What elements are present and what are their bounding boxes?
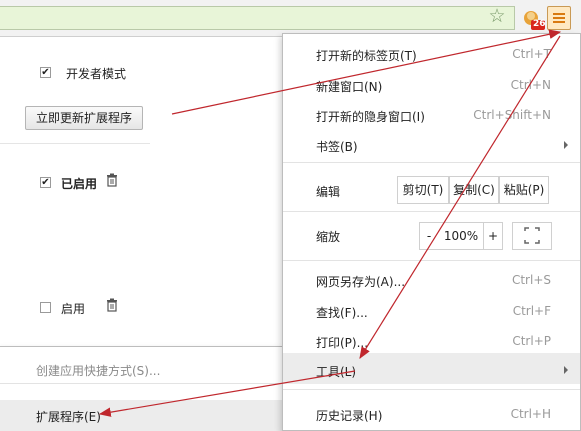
extension-enabled-checkbox[interactable]: ✔: [40, 177, 51, 188]
menu-separator: [283, 162, 580, 163]
submenu-arrow-icon: [564, 366, 568, 374]
shortcut-save-as: Ctrl+S: [511, 273, 551, 287]
update-extensions-button[interactable]: 立即更新扩展程序: [25, 106, 143, 130]
address-bar[interactable]: [0, 6, 515, 30]
chrome-menu-button[interactable]: [547, 6, 571, 30]
menu-separator: [283, 389, 580, 390]
submenu-arrow-icon: [564, 141, 568, 149]
menu-item-history[interactable]: 历史记录(H): [316, 407, 382, 424]
menu-separator: [283, 260, 580, 261]
zoom-out-button[interactable]: -: [419, 222, 439, 250]
menu-separator: [283, 211, 580, 212]
menu-item-incognito[interactable]: 打开新的隐身窗口(I): [316, 108, 425, 125]
zoom-in-button[interactable]: +: [483, 222, 503, 250]
menu-item-print[interactable]: 打印(P)...: [316, 334, 368, 351]
menu-item-new-window[interactable]: 新建窗口(N): [316, 78, 382, 95]
extension-icon[interactable]: 26: [521, 9, 546, 31]
chrome-main-menu: 打开新的标签页(T) Ctrl+T 新建窗口(N) Ctrl+N 打开新的隐身窗…: [282, 33, 581, 431]
shortcut-new-window: Ctrl+N: [510, 78, 551, 92]
menu-label-edit: 编辑: [316, 185, 341, 199]
menu-item-save-as[interactable]: 网页另存为(A)...: [316, 273, 405, 290]
copy-button[interactable]: 复制(C): [449, 176, 499, 204]
create-app-shortcut-item[interactable]: 创建应用快捷方式(S)...: [36, 362, 160, 379]
developer-mode-label: 开发者模式: [66, 67, 127, 81]
trash-icon[interactable]: [106, 173, 118, 187]
trash-icon[interactable]: [106, 298, 118, 312]
section-divider: [0, 143, 150, 144]
extension-enable-checkbox[interactable]: [40, 302, 51, 313]
menu-label-zoom: 缩放: [316, 230, 341, 244]
extension-badge: 26: [533, 19, 546, 29]
shortcut-print: Ctrl+P: [512, 334, 551, 348]
shortcut-incognito: Ctrl+Shift+N: [473, 108, 551, 122]
developer-mode-checkbox[interactable]: ✔: [40, 67, 51, 78]
shortcut-find: Ctrl+F: [512, 304, 551, 318]
fullscreen-button[interactable]: [512, 222, 552, 250]
shortcut-new-tab: Ctrl+T: [512, 47, 551, 61]
submenu-separator: [0, 383, 282, 384]
zoom-level-value: 100%: [438, 222, 484, 250]
menu-item-tools[interactable]: 工具(L): [316, 363, 356, 380]
cut-button[interactable]: 剪切(T): [397, 176, 449, 204]
menu-item-new-tab[interactable]: 打开新的标签页(T): [316, 47, 417, 64]
tools-submenu: 创建应用快捷方式(S)... 扩展程序(E): [0, 346, 283, 431]
shortcut-history: Ctrl+H: [510, 407, 551, 421]
fullscreen-icon: [524, 227, 540, 244]
menu-item-bookmarks[interactable]: 书签(B): [316, 138, 358, 155]
extensions-menu-item[interactable]: 扩展程序(E): [36, 408, 101, 425]
menu-item-find[interactable]: 查找(F)...: [316, 304, 368, 321]
paste-button[interactable]: 粘贴(P): [499, 176, 549, 204]
bookmark-star-icon[interactable]: ☆: [486, 5, 508, 27]
extension-enable-label: 启用: [61, 302, 86, 316]
extension-enabled-label: 已启用: [61, 177, 98, 191]
